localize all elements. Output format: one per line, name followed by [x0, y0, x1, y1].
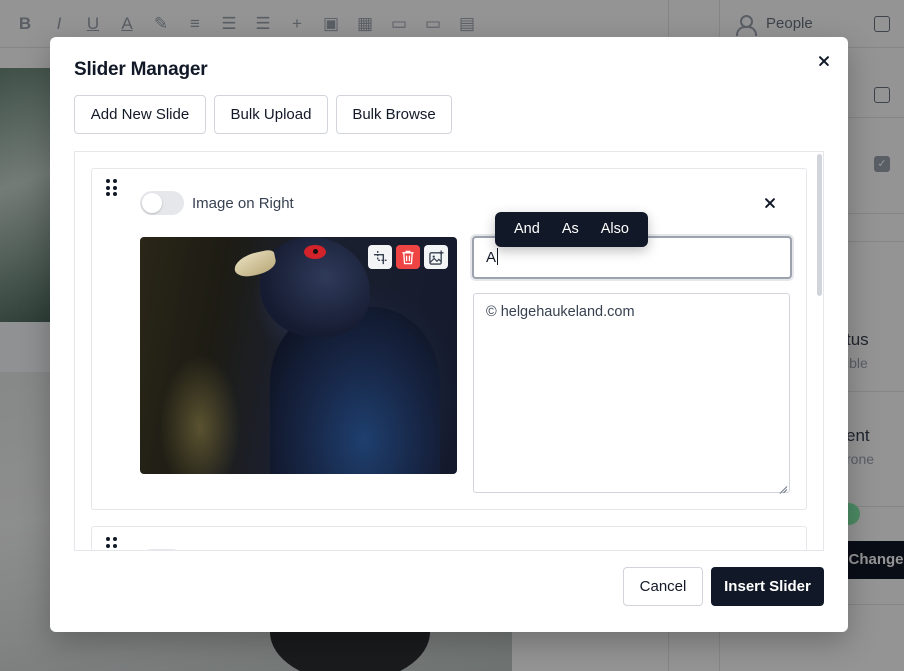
slide-image — [140, 237, 457, 474]
close-icon — [814, 51, 834, 71]
slides-scrollbar[interactable] — [817, 154, 822, 296]
slides-list[interactable]: Image on Right A © helgehaukeland.com — [74, 151, 824, 551]
image-actions — [368, 245, 448, 269]
drag-handle-icon[interactable] — [106, 537, 118, 550]
replace-image-icon — [428, 249, 444, 265]
bulk-browse-button[interactable]: Bulk Browse — [336, 95, 452, 134]
slider-manager-dialog: Slider Manager Add New Slide Bulk Upload… — [50, 37, 848, 632]
delete-image-button[interactable] — [396, 245, 420, 269]
slide-card — [91, 526, 807, 550]
drag-handle-icon[interactable] — [106, 179, 118, 197]
text-caret — [497, 248, 499, 265]
insert-slider-button[interactable]: Insert Slider — [711, 567, 824, 606]
remove-slide-button[interactable] — [760, 193, 780, 213]
suggestion-item[interactable]: Also — [590, 212, 640, 247]
crop-button[interactable] — [368, 245, 392, 269]
resize-grip-icon[interactable] — [779, 482, 787, 490]
add-new-slide-button[interactable]: Add New Slide — [74, 95, 206, 134]
close-icon — [760, 193, 780, 213]
trash-icon — [402, 250, 414, 264]
close-dialog-button[interactable] — [814, 51, 834, 71]
slide-description-textarea[interactable]: © helgehaukeland.com — [473, 293, 790, 493]
toggle-label: Image on Right — [192, 195, 294, 212]
slide-card: Image on Right A © helgehaukeland.com — [91, 168, 807, 510]
crop-icon — [373, 250, 387, 264]
cancel-button[interactable]: Cancel — [623, 567, 703, 606]
suggestion-item[interactable]: As — [551, 212, 590, 247]
dialog-title: Slider Manager — [74, 59, 208, 80]
suggestion-item[interactable]: And — [503, 212, 551, 247]
replace-image-button[interactable] — [424, 245, 448, 269]
slide-title-value: A — [486, 249, 497, 266]
image-position-toggle[interactable] — [140, 549, 184, 550]
autocomplete-suggestions: And As Also — [495, 212, 648, 247]
bulk-upload-button[interactable]: Bulk Upload — [214, 95, 328, 134]
slide-description-value: © helgehaukeland.com — [486, 304, 635, 320]
image-position-toggle[interactable] — [140, 191, 184, 215]
